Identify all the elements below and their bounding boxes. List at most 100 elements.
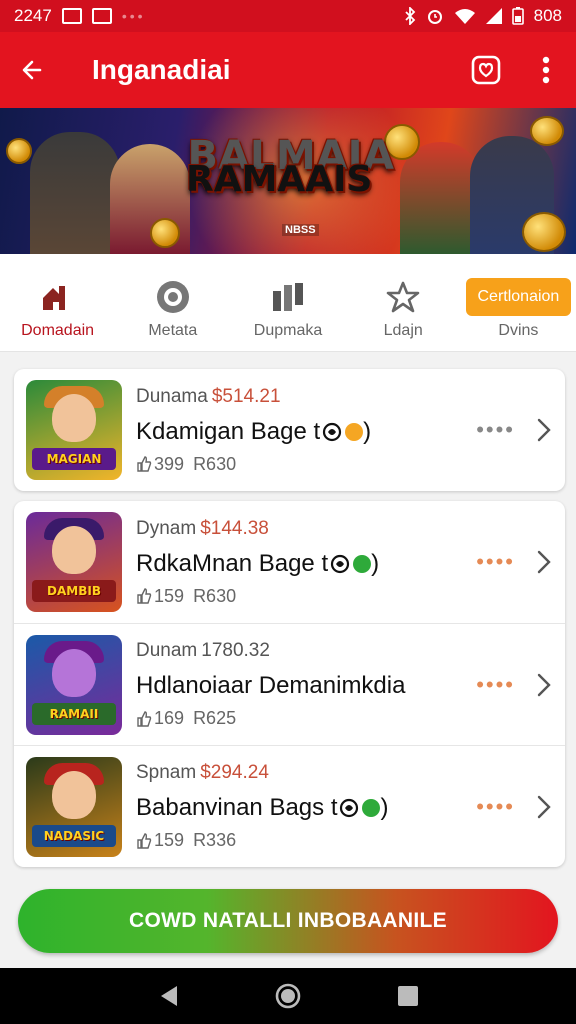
promo-banner[interactable]: BALMAIA RAMAAIS NBSS [0,108,576,254]
more-vert-icon [542,56,550,84]
item-price: $144.38 [200,517,269,539]
chevron-right-icon[interactable] [537,418,551,442]
app-bar: Inganadiai [0,32,576,108]
coin-icon [150,218,180,248]
list-item[interactable]: DAMBIB Dynam $144.38 RdkaMnan Bage t) 159… [14,501,565,623]
thumbnail-face [52,770,96,819]
item-subtitle: Dunama $514.21 [136,386,565,412]
nav-back-icon[interactable] [157,984,179,1008]
game-thumbnail: MAGIAN [26,380,122,480]
item-code: R630 [193,585,237,606]
nav-home-icon[interactable] [274,982,302,1010]
item-code: R630 [193,453,237,474]
item-meta: 169 R625 [136,708,565,729]
status-badge-icon [362,799,381,817]
status-bar: 2247 ••• 808 [0,0,576,32]
more-options-button[interactable] [516,32,576,108]
item-name: Spnam [136,762,197,783]
item-price: $514.21 [211,385,281,407]
item-likes: 169 [154,708,185,728]
tab-dvins[interactable]: Certlonaion Dvins [461,254,576,351]
thumbs-up-icon [137,588,152,604]
tab-metata[interactable]: Metata [115,254,230,351]
wifi-icon [454,9,475,24]
ring-icon [156,281,189,313]
list-card: DAMBIB Dynam $144.38 RdkaMnan Bage t) 159… [14,501,565,867]
notification-dots-icon: ••• [121,8,146,24]
list-card: MAGIAN Dunama $514.21 Kdamigan Bage t) 39… [14,369,565,491]
signal-icon [485,8,502,24]
star-icon [386,281,420,313]
more-dots-icon[interactable]: •••• [476,549,515,575]
bluetooth-icon [404,7,415,25]
thumbnail-label: DAMBIB [32,580,116,602]
item-price: $294.24 [200,762,269,783]
more-dots-icon[interactable]: •••• [476,417,515,443]
list-item[interactable]: NADASIC Spnam $294.24 Babanvinan Bags t) … [14,745,565,867]
thumbnail-label: MAGIAN [32,448,116,470]
item-price: 1780.32 [201,640,270,661]
chevron-right-icon[interactable] [537,673,551,697]
banner-subtitle: NBSS [282,224,319,236]
item-title: Kdamigan Bage t [136,417,321,445]
coin-icon [530,116,564,146]
item-subtitle: Dynam $144.38 [136,518,565,544]
game-thumbnail: DAMBIB [26,512,122,612]
banner-title: BALMAIA RAMAAIS [186,136,396,200]
list-item[interactable]: MAGIAN Dunama $514.21 Kdamigan Bage t) 39… [14,369,565,491]
tab-domadain[interactable]: Domadain [0,254,115,351]
chevron-right-icon[interactable] [537,550,551,574]
coin-icon [522,212,566,252]
more-dots-icon[interactable]: •••• [476,794,515,820]
tab-label: Metata [148,322,198,339]
instagram-icon [471,55,501,85]
item-likes: 399 [154,453,185,474]
item-name: Dunama [136,385,208,407]
status-time: 2247 [14,6,52,25]
item-subtitle: Spnam $294.24 [136,762,565,788]
more-dots-icon[interactable]: •••• [476,672,515,698]
thumbnail-label: NADASIC [32,824,116,847]
item-title: Babanvinan Bags t [136,794,338,821]
instagram-button[interactable] [456,32,516,108]
thumbs-up-icon [137,456,152,472]
status-badge-icon [353,554,372,573]
image-icon [61,8,82,24]
battery-level: 808 [533,6,562,25]
item-name: Dynam [136,517,197,539]
category-tabs: Domadain Metata Dupmaka Ldajn Certlonaio… [0,254,576,352]
game-thumbnail: NADASIC [26,756,122,857]
primary-cta-button[interactable]: COWD NATALLI INBOBAANILE [18,889,558,953]
tab-label: Dupmaka [253,322,323,339]
system-nav-bar [0,968,576,1024]
coin-badge-icon [323,422,342,441]
coin-badge-icon [340,798,359,818]
item-name: Dunam [136,640,198,661]
list-item[interactable]: RAMAII Dunam 1780.32 Hdlanoiaar Demanimkd… [14,623,565,745]
item-likes: 159 [154,585,185,606]
tab-label: Dvins [498,322,539,339]
thumbs-up-icon [137,710,152,727]
item-code: R336 [193,830,237,850]
thumbnail-face [52,648,96,697]
battery-icon [511,7,524,25]
alarm-icon [427,10,442,24]
tab-label: Domadain [21,322,95,339]
coin-icon [6,138,32,164]
item-subtitle: Dunam 1780.32 [136,640,565,666]
nav-recents-icon[interactable] [397,985,419,1007]
thumbnail-label: RAMAII [32,702,116,725]
item-likes: 159 [154,830,185,850]
thumbnail-face [52,526,96,574]
status-badge-icon [345,422,364,441]
item-meta: 159 R336 [136,830,565,851]
chevron-right-icon[interactable] [537,795,551,819]
tab-label: Ldajn [383,322,423,339]
thumbnail-face [52,394,96,442]
back-button[interactable] [0,32,64,108]
tab-ldajn[interactable]: Ldajn [346,254,461,351]
banner-title-line2: RAMAAIS [186,159,373,200]
thumbs-up-icon [137,832,152,849]
certification-button[interactable]: Certlonaion [465,278,572,316]
tab-dupmaka[interactable]: Dupmaka [230,254,345,351]
